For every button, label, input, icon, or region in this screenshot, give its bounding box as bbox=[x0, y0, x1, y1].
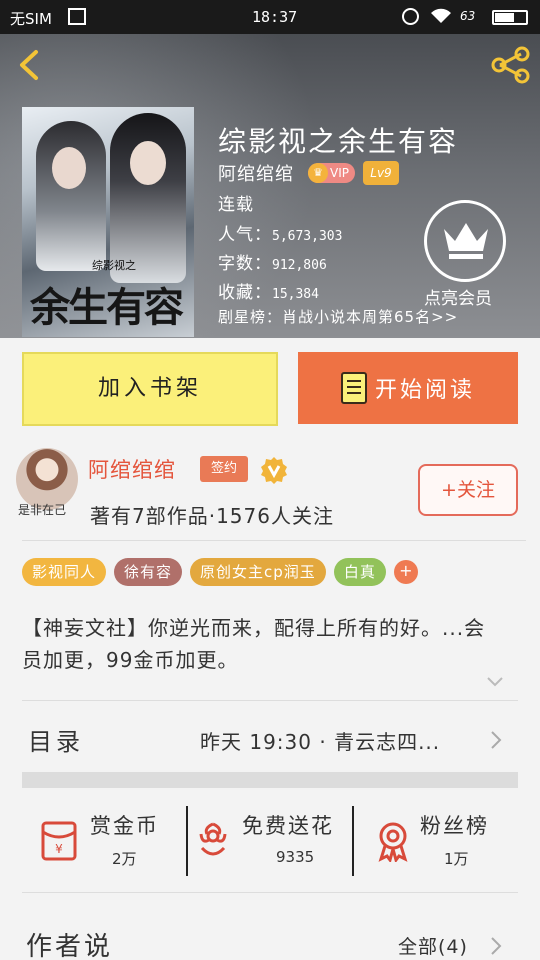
verified-icon bbox=[261, 457, 287, 484]
red-envelope-icon: ¥ bbox=[41, 821, 77, 861]
flower-label: 免费送花 bbox=[242, 814, 334, 838]
chevron-down-icon[interactable] bbox=[486, 676, 504, 688]
reward-coins-button[interactable]: ¥ 赏金币 2万 bbox=[38, 806, 178, 878]
alarm-icon bbox=[402, 8, 419, 25]
word-count-stat: 字数：912,806 bbox=[218, 254, 327, 274]
author-says-all-link[interactable]: 全部(4) bbox=[398, 932, 468, 959]
tag-chip[interactable]: 白真 bbox=[333, 558, 386, 586]
fans-label: 粉丝榜 bbox=[420, 814, 489, 838]
reward-label: 赏金币 bbox=[90, 814, 159, 838]
reward-value: 2万 bbox=[112, 850, 137, 868]
tag-chip[interactable]: 原创女主cp润玉 bbox=[190, 558, 326, 586]
crown-icon bbox=[444, 223, 488, 259]
avatar[interactable] bbox=[16, 448, 78, 510]
divider bbox=[186, 806, 188, 876]
wifi-icon bbox=[431, 8, 451, 23]
more-tags-button[interactable]: + bbox=[393, 560, 418, 584]
divider bbox=[352, 806, 354, 876]
author-stats: 著有7部作品·1576人关注 bbox=[90, 504, 334, 528]
book-author[interactable]: 阿绾绾绾 bbox=[218, 160, 294, 186]
latest-chapter[interactable]: 昨天 19:30 · 青云志四... bbox=[200, 726, 440, 755]
start-reading-label: 开始阅读 bbox=[374, 378, 475, 403]
author-row: 阿绾绾绾 ♛ VIP Lv9 bbox=[218, 160, 399, 186]
start-reading-button[interactable]: 开始阅读 bbox=[298, 352, 518, 424]
author-name[interactable]: 阿绾绾绾 bbox=[88, 454, 176, 484]
carrier-label: 无SIM bbox=[10, 10, 52, 28]
vip-badge: ♛ VIP bbox=[308, 163, 355, 183]
tag-chip[interactable]: 徐有容 bbox=[114, 558, 183, 586]
avatar-caption: 是非在己 bbox=[18, 503, 67, 517]
fans-value: 1万 bbox=[444, 850, 469, 868]
rank-link[interactable]: 剧星榜：肖战小说本周第65名>> bbox=[218, 306, 458, 327]
level-badge: Lv9 bbox=[362, 161, 399, 185]
cover-subtitle: 综影视之 bbox=[92, 259, 136, 272]
send-flower-button[interactable]: 免费送花 9335 bbox=[192, 806, 352, 878]
divider bbox=[22, 892, 518, 893]
tag-list: 影视同人 徐有容 原创女主cp润玉 白真 + bbox=[22, 558, 418, 586]
flower-value: 9335 bbox=[276, 848, 315, 866]
share-button[interactable] bbox=[490, 46, 532, 84]
chevron-right-icon[interactable] bbox=[490, 936, 502, 956]
screenshot-icon bbox=[68, 8, 86, 25]
tag-chip[interactable]: 影视同人 bbox=[22, 558, 107, 586]
battery-icon bbox=[492, 10, 528, 25]
book-intro: 【神妄文社】你逆光而来，配得上所有的好。...会员加更，99金币加更。 bbox=[22, 616, 486, 672]
status-bar: 无SIM 18:37 63 bbox=[0, 0, 540, 34]
crown-icon: ♛ bbox=[308, 163, 328, 183]
book-title: 综影视之余生有容 bbox=[218, 125, 459, 158]
battery-percent: 63 bbox=[460, 9, 476, 23]
favorites-stat: 收藏：15,384 bbox=[218, 283, 319, 303]
follow-button[interactable]: +关注 bbox=[418, 464, 518, 516]
divider bbox=[22, 540, 526, 541]
book-icon bbox=[340, 372, 367, 404]
book-cover[interactable]: 综影视之 余生有容 bbox=[22, 107, 194, 337]
section-divider bbox=[22, 772, 518, 788]
toc-label[interactable]: 目录 bbox=[28, 722, 84, 757]
divider bbox=[22, 700, 518, 701]
medal-icon bbox=[378, 822, 408, 862]
chevron-right-icon[interactable] bbox=[490, 730, 502, 750]
serial-status: 连载 bbox=[218, 195, 254, 215]
membership-button[interactable] bbox=[424, 200, 506, 282]
membership-label: 点亮会员 bbox=[424, 289, 492, 309]
fans-rank-button[interactable]: 粉丝榜 1万 bbox=[372, 806, 522, 878]
signed-badge: 签约 bbox=[200, 456, 248, 482]
popularity-stat: 人气：5,673,303 bbox=[218, 225, 343, 245]
add-to-shelf-button[interactable]: 加入书架 bbox=[22, 352, 278, 426]
author-says-label: 作者说 bbox=[26, 932, 114, 960]
svg-text:¥: ¥ bbox=[55, 842, 63, 856]
flower-icon bbox=[199, 822, 227, 856]
cover-title: 余生有容 bbox=[30, 284, 184, 331]
back-button[interactable] bbox=[14, 48, 48, 82]
book-header: 综影视之 余生有容 综影视之余生有容 阿绾绾绾 ♛ VIP Lv9 连载 人气：5… bbox=[0, 34, 540, 338]
clock: 18:37 bbox=[252, 8, 298, 26]
